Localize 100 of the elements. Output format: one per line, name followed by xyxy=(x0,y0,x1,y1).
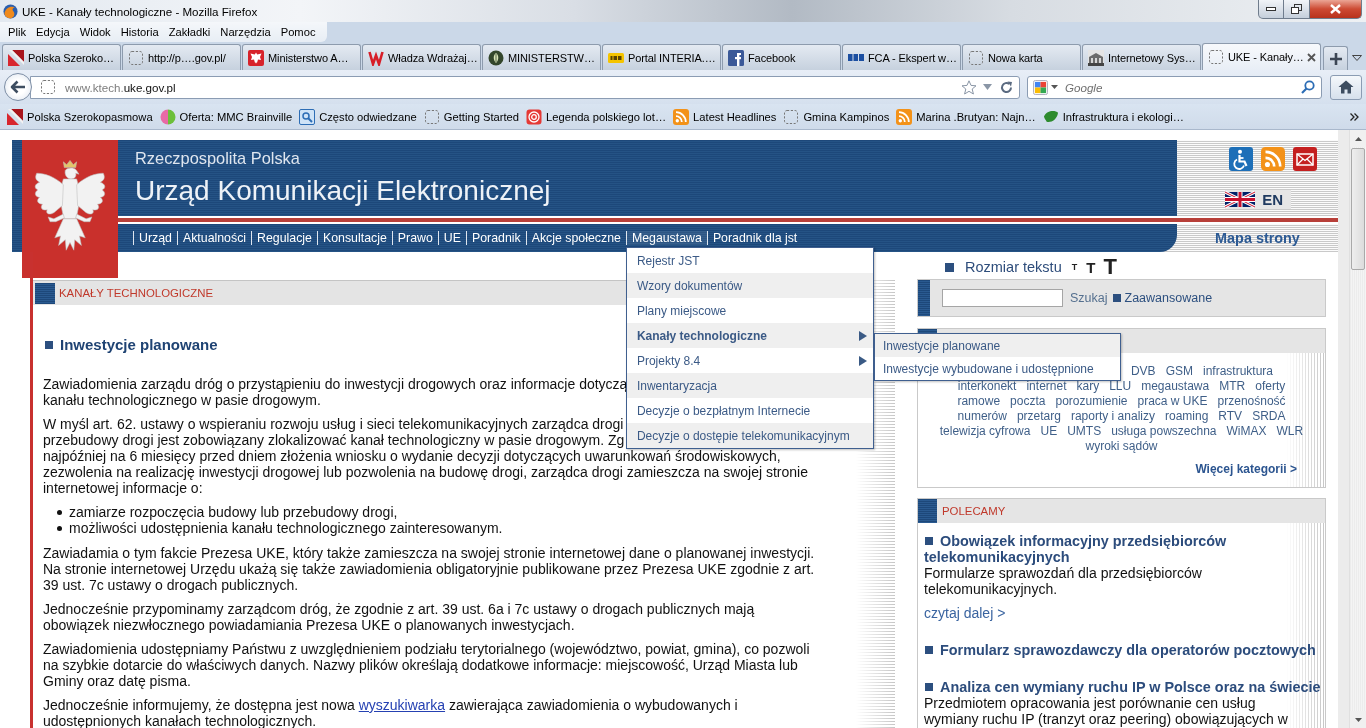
menu-item[interactable]: Edycja xyxy=(31,23,75,41)
tag-link[interactable]: porozumienie xyxy=(1055,395,1128,407)
tag-link[interactable]: kary xyxy=(1076,380,1100,392)
article-link[interactable]: Obowiązek informacyjny przedsiębiorców telekomunikacyjnych xyxy=(924,533,1227,565)
menu-item[interactable]: Kanały technologiczne xyxy=(626,323,873,348)
browser-tab[interactable]: Portal INTERIA.… xyxy=(602,44,721,70)
tag-link[interactable]: WLR xyxy=(1276,425,1304,437)
tag-link[interactable]: ramowe xyxy=(957,395,1001,407)
wheelchair-icon[interactable] xyxy=(1229,147,1253,171)
menu-item[interactable]: Narzędzia xyxy=(215,23,276,41)
tag-link[interactable]: poczta xyxy=(1010,395,1046,407)
caret-icon[interactable] xyxy=(1051,85,1058,89)
article-link[interactable]: Analiza cen wymiany ruchu IP w Polsce oraz na świecie xyxy=(924,679,1321,695)
menu-item[interactable]: Widok xyxy=(74,23,116,41)
nav-link[interactable]: Akcje społeczne xyxy=(525,231,626,245)
nav-link[interactable]: Megaustawa xyxy=(625,231,707,245)
menu-item[interactable]: Plik xyxy=(3,23,32,41)
four-color-tile-icon[interactable] xyxy=(1033,79,1048,95)
menu-item[interactable]: Plany miejscowe xyxy=(626,298,873,323)
restore-button[interactable] xyxy=(1284,0,1310,19)
search-field[interactable]: Google xyxy=(1065,78,1297,96)
nav-link[interactable]: Prawo xyxy=(391,231,438,245)
bookmark-item[interactable]: Latest Headlines xyxy=(670,105,780,128)
tag-link[interactable]: raporty i analizy xyxy=(1070,410,1155,422)
tag-link[interactable]: telewizja cyfrowa xyxy=(939,425,1031,437)
link[interactable]: wyszukiwarka xyxy=(358,697,446,713)
close-icon[interactable] xyxy=(1307,52,1316,62)
browser-tab[interactable]: Nowa karta xyxy=(962,44,1081,70)
language-button[interactable]: EN xyxy=(1225,190,1291,209)
bookmark-item[interactable]: Infrastruktura i ekologi… xyxy=(1039,105,1187,128)
minimize-button[interactable] xyxy=(1258,0,1284,19)
tag-link[interactable]: GSM xyxy=(1165,365,1193,377)
browser-tab[interactable]: Internetowy Sys… xyxy=(1082,44,1201,70)
bookmark-item[interactable]: Getting Started xyxy=(420,105,523,128)
text-size-button[interactable]: T xyxy=(1103,256,1117,278)
reload-icon[interactable] xyxy=(1000,80,1013,94)
tag-link[interactable]: roaming xyxy=(1164,410,1209,422)
bookmark-item[interactable]: Marina .Brutyan: Najn… xyxy=(893,105,1039,128)
browser-tab[interactable]: Facebook xyxy=(722,44,841,70)
tag-link[interactable]: usługa powszechna xyxy=(1111,425,1217,437)
bookmark-item[interactable]: Legenda polskiego lot… xyxy=(523,105,670,128)
search-icon[interactable] xyxy=(1301,80,1315,94)
tag-link[interactable]: UMTS xyxy=(1067,425,1102,437)
browser-tab[interactable]: http://p….gov.pl/ xyxy=(122,44,241,70)
close-button[interactable] xyxy=(1310,0,1362,19)
bookmark-item[interactable]: Oferta: MMC Brainville xyxy=(156,105,296,128)
search-bar[interactable]: Google xyxy=(1027,75,1322,99)
tag-link[interactable]: infrastruktura xyxy=(1202,365,1273,377)
nav-link[interactable]: Regulacje xyxy=(251,231,317,245)
browser-tab[interactable]: UKE - Kanały… xyxy=(1202,43,1321,70)
nav-link[interactable]: UE xyxy=(437,231,466,245)
text-size-button[interactable]: T xyxy=(1086,259,1096,275)
more-categories-link[interactable]: Więcej kategorii > xyxy=(1195,462,1297,476)
browser-tab[interactable]: MINISTERSTW… xyxy=(482,44,601,70)
address-field[interactable]: www.ktech.uke.gov.pl xyxy=(30,75,1020,99)
dropdown-arrow-icon[interactable] xyxy=(983,84,992,90)
tag-link[interactable]: interkonekt xyxy=(957,380,1017,392)
menu-item[interactable]: Historia xyxy=(115,23,164,41)
tag-link[interactable]: LLU xyxy=(1109,380,1132,392)
tag-link[interactable]: oferty xyxy=(1255,380,1286,392)
browser-tab[interactable]: Polska Szeroko… xyxy=(2,44,121,70)
tag-link[interactable]: SRDA xyxy=(1252,410,1286,422)
star-icon[interactable] xyxy=(961,79,977,95)
menu-item[interactable]: Inwestycje planowane xyxy=(874,334,1120,357)
scrollbar-thumb[interactable] xyxy=(1351,148,1365,270)
bookmark-item[interactable]: Często odwiedzane xyxy=(296,105,420,128)
site-map-link[interactable]: Mapa strony xyxy=(1215,229,1300,247)
tag-link[interactable]: MTR xyxy=(1219,380,1246,392)
nav-link[interactable]: Konsultacje xyxy=(316,231,392,245)
menu-item[interactable]: Rejestr JST xyxy=(626,248,873,273)
search-button[interactable]: Szukaj xyxy=(1070,291,1108,305)
back-button[interactable] xyxy=(4,73,32,101)
tag-link[interactable]: numerów xyxy=(957,410,1007,422)
tag-link[interactable]: megaustawa xyxy=(1141,380,1210,392)
menu-item[interactable]: Wzory dokumentów xyxy=(626,273,873,298)
tag-link[interactable]: RTV xyxy=(1218,410,1243,422)
menu-item[interactable]: Decyzje o bezpłatnym Internecie xyxy=(626,398,873,423)
menu-item[interactable]: Pomoc xyxy=(275,23,321,41)
envelope-icon[interactable] xyxy=(1293,147,1317,171)
menu-item[interactable]: Zakładki xyxy=(163,23,216,41)
menu-item[interactable]: Decyzje o dostępie telekomunikacyjnym xyxy=(626,423,873,448)
nav-link[interactable]: Poradnik xyxy=(465,231,526,245)
browser-tab[interactable]: Ministerstwo A… xyxy=(242,44,361,70)
tag-link[interactable]: przetarg xyxy=(1016,410,1061,422)
nav-link[interactable]: Poradnik dla jst xyxy=(706,231,803,245)
browser-tab[interactable]: Władza Wdrażaj… xyxy=(362,44,481,70)
bookmark-item[interactable]: Gmina Kampinos xyxy=(780,105,893,128)
menu-item[interactable]: Projekty 8.4 xyxy=(626,348,873,373)
tag-link[interactable]: DVB xyxy=(1130,365,1156,377)
nav-link[interactable]: Urząd xyxy=(133,231,177,245)
tag-link[interactable]: internet xyxy=(1026,380,1067,392)
tag-link[interactable]: UE xyxy=(1040,425,1058,437)
text-size-button[interactable]: T xyxy=(1071,262,1078,272)
browser-tab[interactable]: FCA - Ekspert w… xyxy=(842,44,961,70)
tag-link[interactable]: przenośność xyxy=(1217,395,1286,407)
menu-item[interactable]: Inwentaryzacja xyxy=(626,373,873,398)
tag-link[interactable]: WiMAX xyxy=(1226,425,1267,437)
advanced-search-link[interactable]: Zaawansowane xyxy=(1124,291,1213,305)
article-link[interactable]: Formularz sprawozdawczy dla operatorów pocztowych xyxy=(924,642,1316,658)
menu-item[interactable]: Inwestycje wybudowane i udostępnione xyxy=(874,357,1120,380)
